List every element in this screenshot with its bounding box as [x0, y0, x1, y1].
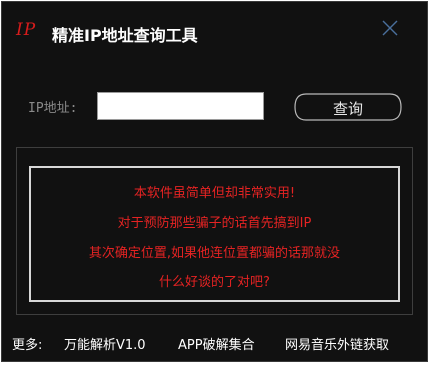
notice-line-1: 本软件虽简单但却非常实用! — [133, 186, 296, 201]
footer-links: 更多: 万能解析V1.0 APP破解集合 网易音乐外链获取 — [2, 334, 427, 354]
query-button[interactable]: 查询 — [294, 93, 402, 121]
link-app-crack-collection[interactable]: APP破解集合 — [178, 334, 255, 353]
ip-query-form: IP地址: 查询 — [2, 90, 427, 122]
notice-box: 本软件虽简单但却非常实用! 对于预防那些骗子的话首先搞到IP 其次确定位置,如果… — [29, 166, 400, 302]
ip-address-label: IP地址: — [28, 101, 78, 116]
app-window: IP 精准IP地址查询工具 IP地址: 查询 本软件虽简单但却非常实用! 对于预… — [1, 1, 428, 362]
notice-line-3: 其次确定位置,如果他连位置都骗的话那就没 — [88, 246, 341, 261]
ip-address-input[interactable] — [97, 92, 264, 120]
footer-more-label: 更多: — [12, 338, 43, 353]
app-logo: IP — [16, 20, 37, 40]
link-netease-music-external[interactable]: 网易音乐外链获取 — [285, 334, 389, 353]
window-title: 精准IP地址查询工具 — [52, 26, 198, 45]
query-button-label: 查询 — [332, 100, 363, 118]
close-button[interactable] — [378, 16, 402, 40]
notice-line-2: 对于预防那些骗子的话首先搞到IP — [117, 216, 312, 231]
notice-panel: 本软件虽简单但却非常实用! 对于预防那些骗子的话首先搞到IP 其次确定位置,如果… — [16, 147, 413, 315]
close-icon — [382, 20, 398, 36]
link-universal-parser[interactable]: 万能解析V1.0 — [64, 334, 146, 353]
title-bar[interactable]: IP 精准IP地址查询工具 — [2, 2, 427, 62]
notice-line-4: 什么好谈的了对吧? — [159, 275, 270, 290]
